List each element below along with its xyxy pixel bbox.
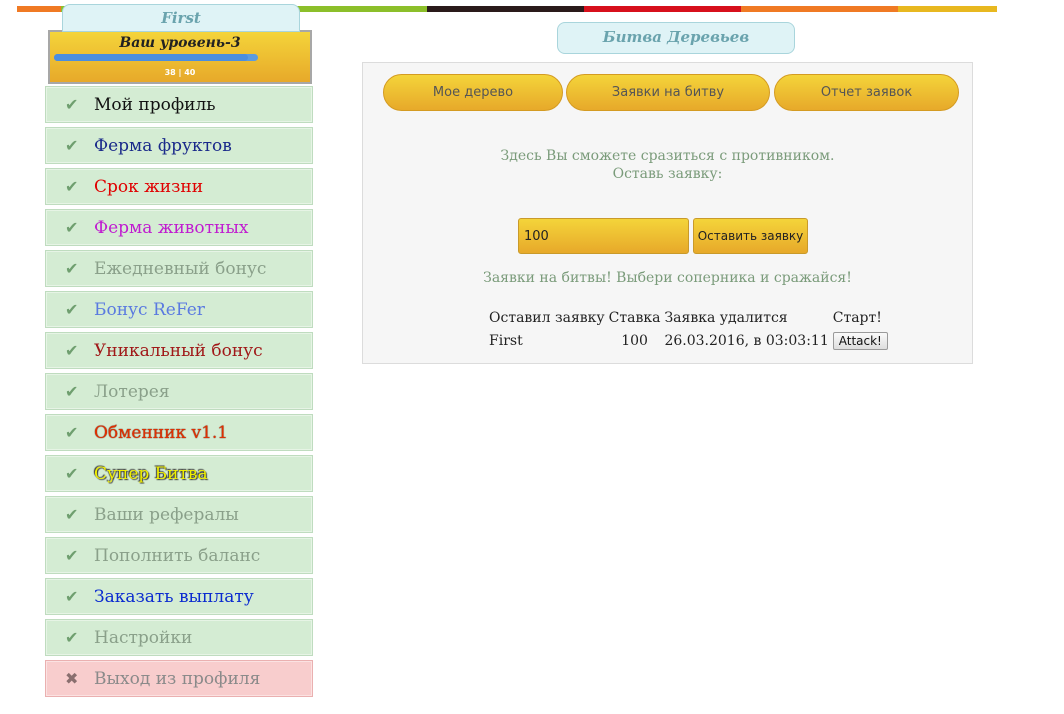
sidebar-item-daily-bonus[interactable]: ✔ Ежедневный бонус [45, 250, 313, 287]
sidebar-item-my-profile[interactable]: ✔ Мой профиль [45, 86, 313, 123]
sidebar-item-label: Ежедневный бонус [94, 258, 267, 279]
column-header: Оставил заявку [489, 310, 605, 326]
sidebar-item-lottery[interactable]: ✔ Лотерея [45, 373, 313, 410]
bid-amount: 100 [621, 333, 648, 349]
sidebar-item-label: Лотерея [94, 381, 170, 402]
tab-my-tree[interactable]: Мое дерево [383, 74, 563, 111]
sidebar-item-settings[interactable]: ✔ Настройки [45, 619, 313, 656]
info-text: Здесь Вы сможете сразиться с противником… [363, 147, 972, 183]
sidebar-menu: ✔ Мой профиль ✔ Ферма фруктов ✔ Срок жизни … [45, 86, 313, 701]
bid-input[interactable] [518, 218, 689, 254]
sidebar-item-fruit-farm[interactable]: ✔ Ферма фруктов [45, 127, 313, 164]
level-box: Ваш уровень-3 38 | 40 [48, 30, 312, 84]
tab-battle-requests[interactable]: Заявки на битву [566, 74, 770, 111]
check-icon: ✔ [65, 505, 79, 524]
sidebar-item-referrals[interactable]: ✔ Ваши рефералы [45, 496, 313, 533]
check-icon: ✔ [65, 628, 79, 647]
sidebar-item-label: Мой профиль [94, 94, 216, 115]
level-progress-fill [54, 54, 248, 61]
sidebar-item-lifetime[interactable]: ✔ Срок жизни [45, 168, 313, 205]
sidebar-item-animal-farm[interactable]: ✔ Ферма животных [45, 209, 313, 246]
sidebar-item-label: Настройки [94, 627, 193, 648]
sidebar-item-label: Уникальный бонус [94, 340, 263, 361]
bids-table: Оставил заявку Ставка Заявка удалится Ст… [487, 307, 890, 353]
sidebar-item-label: Супер Битва [94, 463, 208, 484]
battles-note: Заявки на битвы! Выбери соперника и сраж… [483, 270, 852, 286]
sidebar-item-exchanger[interactable]: ✔ Обменник v1.1 [45, 414, 313, 451]
table-row: First 100 26.03.2016, в 03:03:11 Attack! [487, 329, 890, 353]
username-tab: First [62, 4, 300, 32]
stripe-segment [898, 6, 997, 12]
sidebar-item-label: Пополнить баланс [94, 545, 261, 566]
check-icon: ✔ [65, 464, 79, 483]
sidebar-item-label: Ферма животных [94, 217, 249, 238]
column-header: Старт! [832, 310, 882, 326]
check-icon: ✔ [65, 341, 79, 360]
check-icon: ✔ [65, 382, 79, 401]
sidebar-item-label: Обменник v1.1 [94, 422, 229, 443]
submit-bid-button[interactable]: Оставить заявку [693, 218, 808, 254]
check-icon: ✔ [65, 587, 79, 606]
bid-author: First [489, 333, 523, 349]
column-header: Ставка [608, 310, 661, 326]
page-title: Битва Деревьев [557, 22, 795, 54]
info-line: Здесь Вы сможете сразиться с противником… [500, 148, 835, 164]
info-line: Оставь заявку: [612, 166, 723, 182]
stripe-segment [584, 6, 741, 12]
sidebar-item-super-battle[interactable]: ✔ Супер Битва [45, 455, 313, 492]
sidebar-item-referral-bonus[interactable]: ✔ Бонус ReFer [45, 291, 313, 328]
check-icon: ✔ [65, 546, 79, 565]
bid-expiry: 26.03.2016, в 03:03:11 [664, 333, 829, 349]
check-icon: ✔ [65, 218, 79, 237]
close-icon: ✖ [65, 669, 79, 688]
check-icon: ✔ [65, 423, 79, 442]
level-progress-bar [54, 54, 258, 61]
sidebar-item-logout[interactable]: ✖ Выход из профиля [45, 660, 313, 697]
battle-panel: Мое дерево Заявки на битву Отчет заявок … [362, 62, 973, 364]
stripe-segment [427, 6, 584, 12]
sidebar-item-label: Срок жизни [94, 176, 204, 197]
column-header: Заявка удалится [664, 310, 788, 326]
level-count: 38 | 40 [164, 68, 196, 77]
sidebar-item-label: Бонус ReFer [94, 299, 205, 320]
sidebar-item-label: Выход из профиля [94, 668, 261, 689]
check-icon: ✔ [65, 300, 79, 319]
sidebar-item-withdraw[interactable]: ✔ Заказать выплату [45, 578, 313, 615]
attack-cell: Attack! [831, 329, 890, 353]
check-icon: ✔ [65, 136, 79, 155]
stripe-segment [17, 6, 61, 12]
sidebar-item-label: Заказать выплату [94, 586, 254, 607]
sidebar-item-top-up[interactable]: ✔ Пополнить баланс [45, 537, 313, 574]
check-icon: ✔ [65, 95, 79, 114]
sidebar-item-label: Ваши рефералы [94, 504, 239, 525]
attack-button[interactable]: Attack! [832, 332, 888, 350]
stripe-segment [741, 6, 898, 12]
tab-requests-report[interactable]: Отчет заявок [774, 74, 959, 111]
level-label: Ваш уровень-3 [119, 35, 241, 51]
table-header-row: Оставил заявку Ставка Заявка удалится Ст… [487, 307, 890, 329]
check-icon: ✔ [65, 177, 79, 196]
sidebar-item-label: Ферма фруктов [94, 135, 232, 156]
sidebar-item-unique-bonus[interactable]: ✔ Уникальный бонус [45, 332, 313, 369]
check-icon: ✔ [65, 259, 79, 278]
